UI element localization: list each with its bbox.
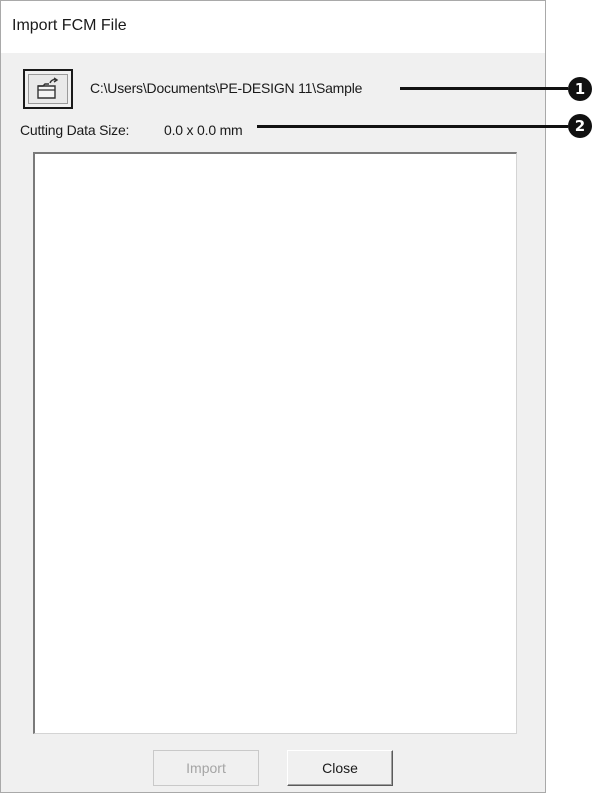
- callout-badge-2: 2: [568, 114, 592, 138]
- import-button[interactable]: Import: [153, 750, 259, 786]
- cutting-data-size-label: Cutting Data Size:: [20, 122, 130, 138]
- callout-badge-1: 1: [568, 77, 592, 101]
- import-fcm-dialog: Import FCM File C:\Users\Documents\PE-DE…: [0, 0, 546, 793]
- callout-line-2: [257, 125, 568, 128]
- open-folder-icon: [37, 77, 59, 99]
- close-button[interactable]: Close: [287, 750, 393, 786]
- open-file-button[interactable]: [23, 69, 73, 109]
- cutting-data-size-value: 0.0 x 0.0 mm: [164, 122, 243, 138]
- title-bar: Import FCM File: [1, 1, 545, 53]
- cutting-data-preview: [33, 152, 517, 734]
- file-path-text: C:\Users\Documents\PE-DESIGN 11\Sample: [90, 80, 363, 96]
- callout-line-1: [400, 87, 568, 90]
- dialog-title: Import FCM File: [12, 17, 127, 34]
